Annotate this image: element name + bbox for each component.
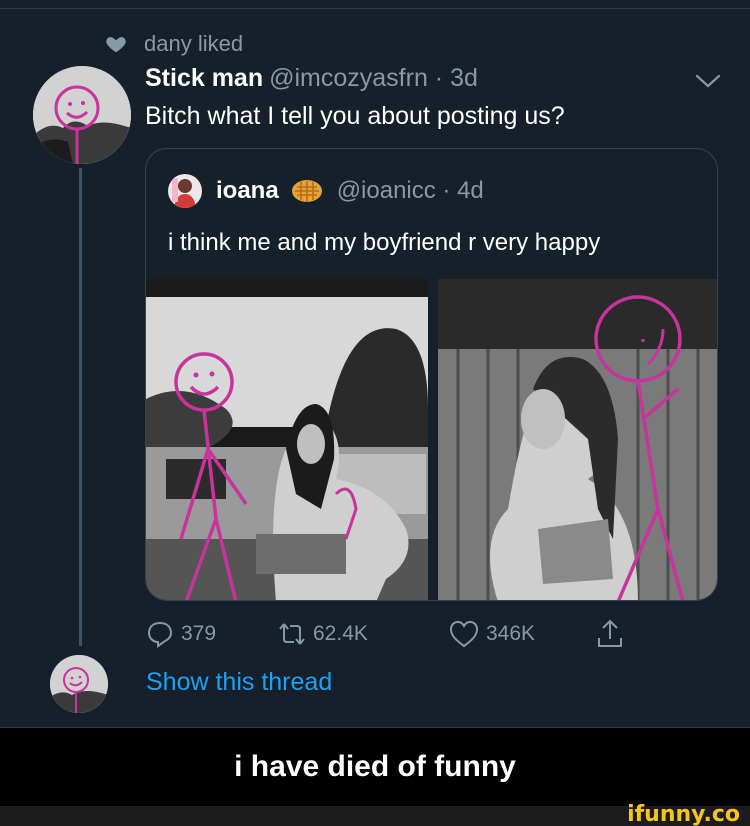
chevron-down-icon[interactable] — [693, 70, 723, 92]
watermark-logo: ifunny.co — [627, 802, 740, 826]
tweet-actions: 379 62.4K 346K — [145, 617, 645, 651]
liked-text: dany liked — [144, 31, 244, 56]
quote-author-handle: @ioanicc · 4d — [336, 177, 484, 204]
waffle-icon — [291, 180, 322, 202]
reply-count: 379 — [181, 622, 217, 645]
top-divider — [0, 8, 750, 9]
thread-line — [79, 168, 82, 646]
quote-media — [146, 279, 717, 600]
thread-avatar[interactable] — [50, 655, 108, 713]
reply-icon — [147, 621, 173, 648]
show-thread-link[interactable]: Show this thread — [146, 665, 332, 699]
share-button[interactable] — [595, 617, 631, 651]
quote-author-name: ioana — [216, 177, 279, 204]
quote-text: i think me and my boyfriend r very happy — [168, 229, 601, 256]
share-icon — [598, 619, 622, 647]
quote-header: ioana @ioanicc · 4d — [168, 174, 484, 208]
photo-left[interactable] — [146, 279, 428, 600]
tweet-header: Stick man @imcozyasfrn · 3d — [145, 62, 478, 94]
caption-bar: i have died of funny — [0, 728, 750, 806]
heart-icon — [106, 37, 126, 53]
tweet-text: Bitch what I tell you about posting us? — [145, 102, 565, 130]
social-context: dany liked — [105, 30, 243, 58]
author-handle: @imcozyasfrn · 3d — [269, 64, 478, 92]
footer-bar: ifunny.co — [0, 802, 750, 826]
retweet-count: 62.4K — [313, 622, 368, 645]
like-button[interactable]: 346K — [448, 617, 535, 651]
heart-outline-icon — [449, 620, 479, 648]
quote-avatar — [168, 174, 202, 208]
retweet-button[interactable]: 62.4K — [277, 617, 368, 651]
author-name[interactable]: Stick man — [145, 64, 263, 92]
quoted-tweet[interactable]: ioana @ioanicc · 4d i think me and my bo… — [145, 148, 718, 601]
photo-right[interactable] — [437, 279, 717, 600]
caption-text: i have died of funny — [234, 750, 516, 783]
avatar[interactable] — [33, 66, 131, 164]
retweet-icon — [279, 623, 305, 645]
like-count: 346K — [486, 622, 536, 645]
reply-button[interactable]: 379 — [145, 617, 216, 651]
